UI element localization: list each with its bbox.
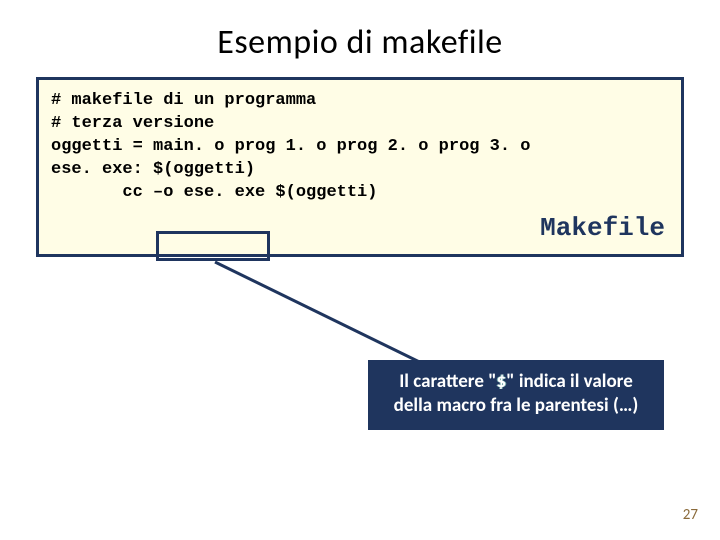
code-line: ese. exe: $(oggetti) [51, 159, 669, 182]
slide-title: Esempio di makefile [0, 0, 720, 77]
code-line: # terza versione [51, 113, 669, 136]
dollar-char: $ [497, 370, 507, 393]
page-number: 27 [683, 506, 698, 524]
code-box: # makefile di un programma # terza versi… [36, 77, 684, 257]
code-line: # makefile di un programma [51, 90, 669, 113]
makefile-label: Makefile [51, 205, 669, 246]
code-line: oggetti = main. o prog 1. o prog 2. o pr… [51, 136, 669, 159]
code-line: cc –o ese. exe $(oggetti) [51, 182, 669, 205]
note-box: Il carattere "$" indica il valore della … [368, 360, 664, 430]
note-text-prefix: Il carattere " [399, 370, 496, 393]
